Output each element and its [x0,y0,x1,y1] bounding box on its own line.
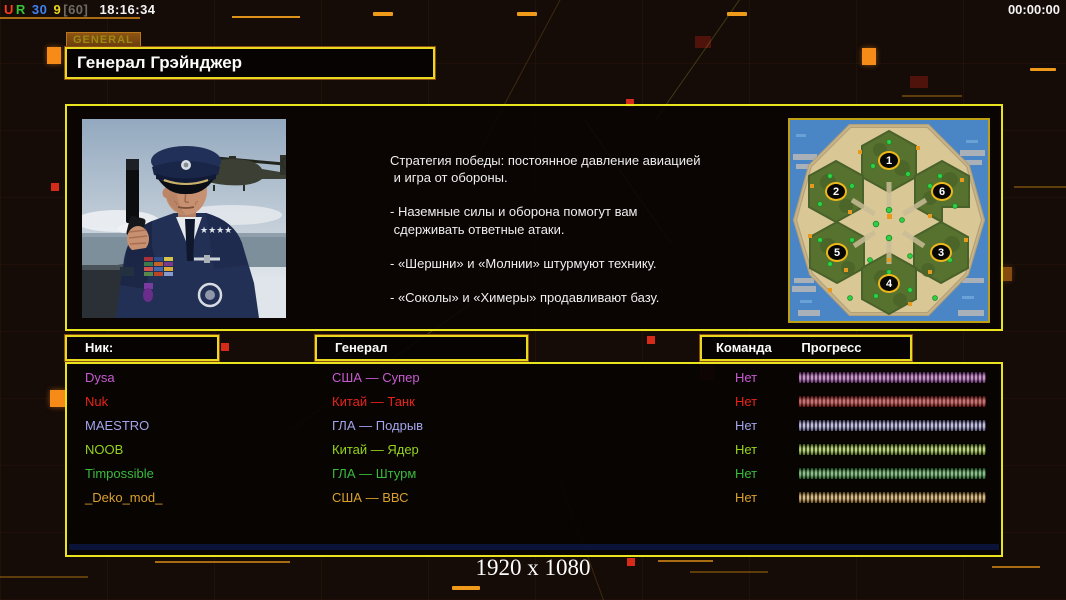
player-name: Dysa [85,370,115,385]
map-start-position: 3 [930,243,952,262]
deco-line [1014,186,1066,188]
deco-dash [373,12,393,16]
player-row: _Deko_mod_ США — ВВС Нет [67,487,1001,511]
map-start-position: 5 [826,243,848,262]
player-team: Нет [735,442,758,457]
deco-dim-rect [910,76,928,88]
player-progress-bar [799,372,986,383]
deco-red-square [221,343,229,351]
player-general: Китай — Ядер [332,442,419,457]
player-row: Timpossible ГЛА — Штурм Нет [67,463,1001,487]
deco-square [47,47,61,64]
deco-dash [1030,68,1056,71]
svg-text:★★★★: ★★★★ [200,226,232,236]
player-progress-bar [799,396,986,407]
fps-counter: UR 30 9 [60] 18:16:34 [4,2,158,17]
players-panel: Dysa США — Супер Нет Nuk Китай — Танк Не… [65,362,1003,557]
player-name: MAESTRO [85,418,150,433]
deco-line [0,17,140,19]
map-start-position: 4 [878,274,900,293]
player-row: NOOB Китай — Ядер Нет [67,439,1001,463]
general-portrait: ★★★★ [82,119,286,318]
progress-header-label: Прогресс [801,340,862,355]
map-start-position: 2 [825,182,847,201]
deco-diagonal [654,0,742,121]
player-general: ГЛА — Подрыв [332,418,424,433]
player-row: Nuk Китай — Танк Нет [67,391,1001,415]
player-name: Timpossible [85,466,154,481]
map-start-position: 1 [878,151,900,170]
player-row: MAESTRO ГЛА — Подрыв Нет [67,415,1001,439]
map-preview: 1 2 6 5 3 4 [788,118,990,323]
general-portrait-illustration: ★★★★ [82,119,286,318]
deco-line [232,16,300,18]
deco-square [862,48,876,65]
player-name: NOOB [85,442,124,457]
team-header-label: Команда [716,340,772,355]
map-start-position: 6 [931,182,953,201]
fps-counter-fps: 30 [31,2,48,17]
deco-line [902,95,962,97]
player-team: Нет [735,370,758,385]
team-progress-column-header: Команда Прогресс [700,335,912,361]
player-team: Нет [735,490,758,505]
fps-counter-cap: [60] [63,2,89,17]
player-team: Нет [735,394,758,409]
player-general: США — Супер [332,370,420,385]
player-general: Китай — Танк [332,394,415,409]
fps-counter-u: U [4,2,14,17]
fps-counter-r: R [15,2,26,17]
panel-bottom-strip [69,544,999,550]
resolution-label: 1920 x 1080 [475,555,591,580]
fps-counter-nine: 9 [53,2,62,17]
clock-readout: 18:16:34 [99,2,156,17]
deco-dash [452,586,480,590]
player-progress-bar [799,444,986,455]
player-name: Nuk [85,394,109,409]
player-general: ГЛА — Штурм [332,466,417,481]
player-name: _Deko_mod_ [85,490,163,505]
loading-screen: UR 30 9 [60] 18:16:34 00:00:00 GENERAL Ге… [0,0,1066,600]
deco-dash [517,12,537,16]
general-name-title: Генерал Грэйнджер [65,47,435,79]
general-info-panel: ★★★★ Стратегия победы: постоянное давлен… [65,104,1003,331]
nick-column-header: Ник: [65,335,219,361]
player-team: Нет [735,418,758,433]
strategy-text: Стратегия победы: постоянное давление ав… [390,153,701,306]
player-team: Нет [735,466,758,481]
player-general: США — ВВС [332,490,409,505]
tab-general: GENERAL [66,32,141,48]
player-progress-bar [799,420,986,431]
player-row: Dysa США — Супер Нет [67,367,1001,391]
deco-red-square [647,336,655,344]
match-timer: 00:00:00 [1007,2,1060,17]
player-list: Dysa США — Супер Нет Nuk Китай — Танк Не… [67,367,1001,511]
deco-red-square [51,183,59,191]
general-column-header: Генерал [315,335,528,361]
player-progress-bar [799,468,986,479]
player-progress-bar [799,492,986,503]
